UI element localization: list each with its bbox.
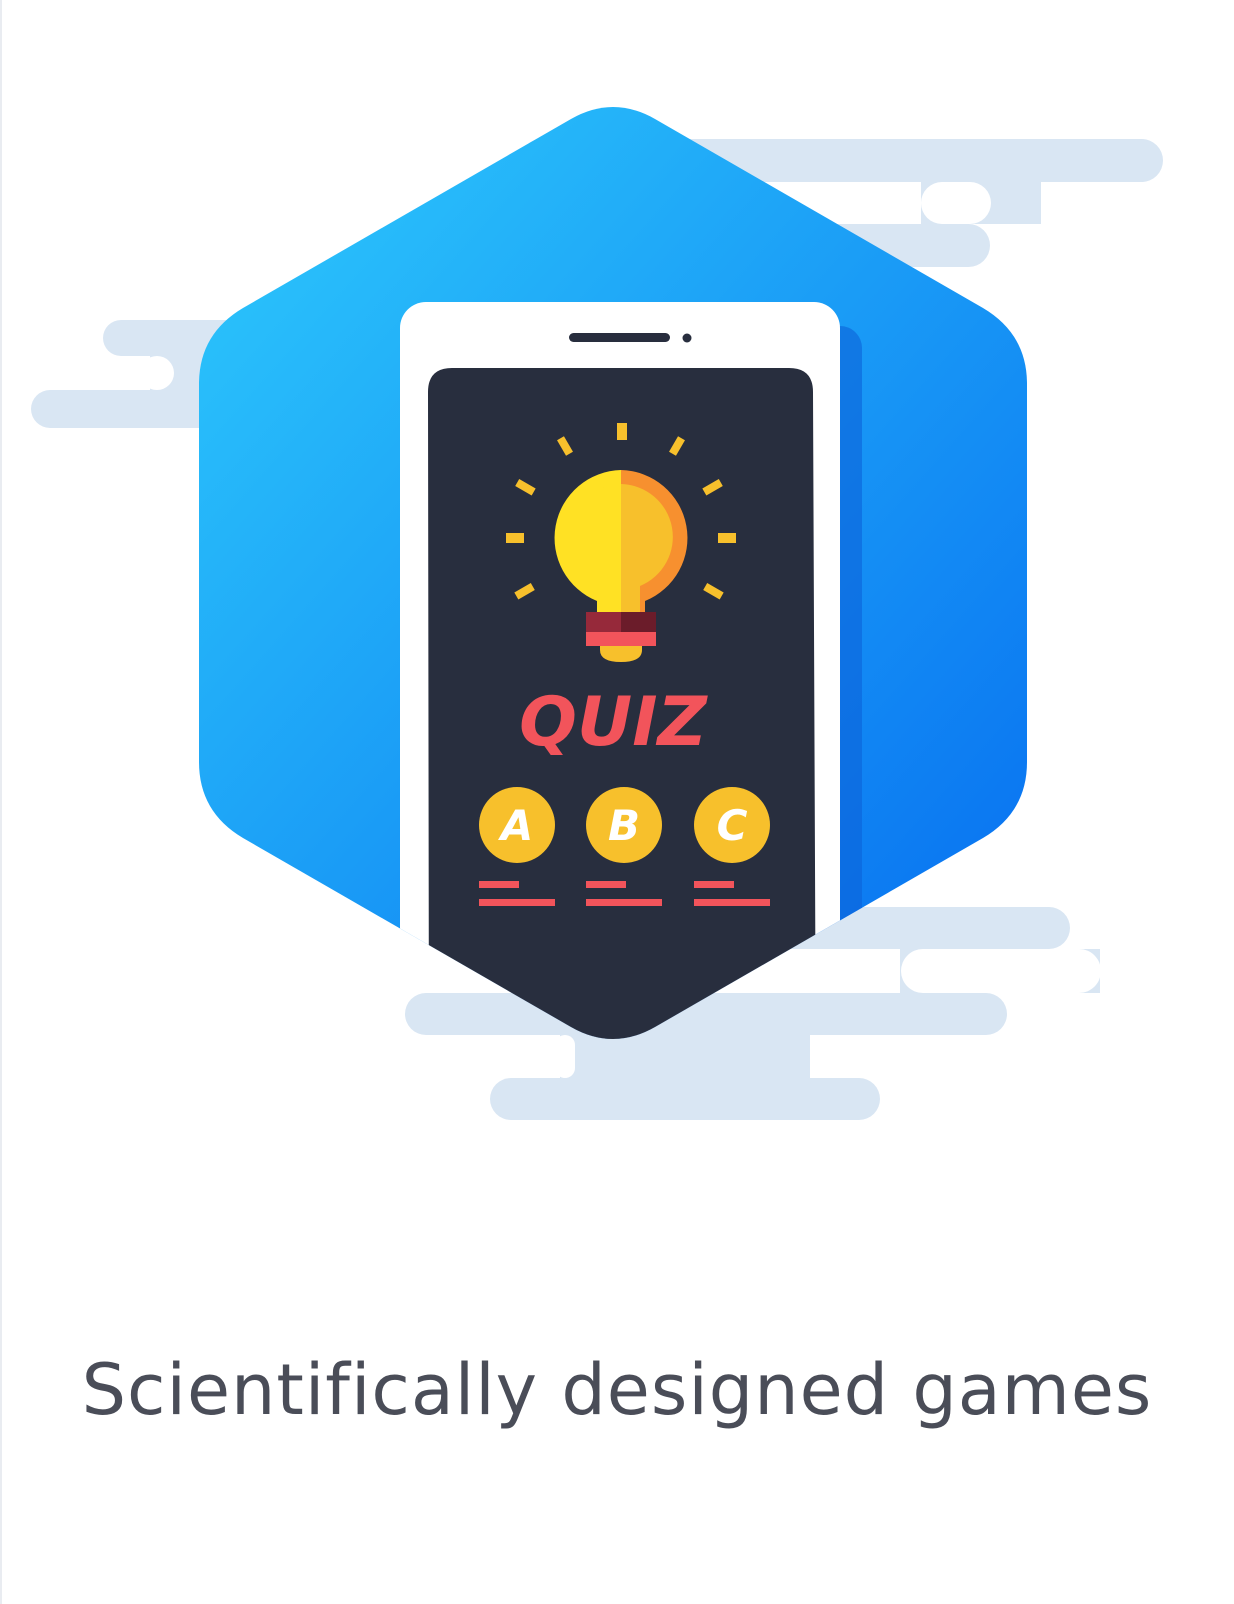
option-a-letter: A [498, 801, 534, 850]
option-c-letter: C [717, 801, 748, 850]
feature-caption: Scientifically designed games [81, 1349, 1153, 1431]
option-b-letter: B [608, 801, 640, 850]
quiz-title: QUIZ [519, 683, 708, 762]
quiz-phone-illustration: QUIZ A B C [31, 107, 1163, 1120]
